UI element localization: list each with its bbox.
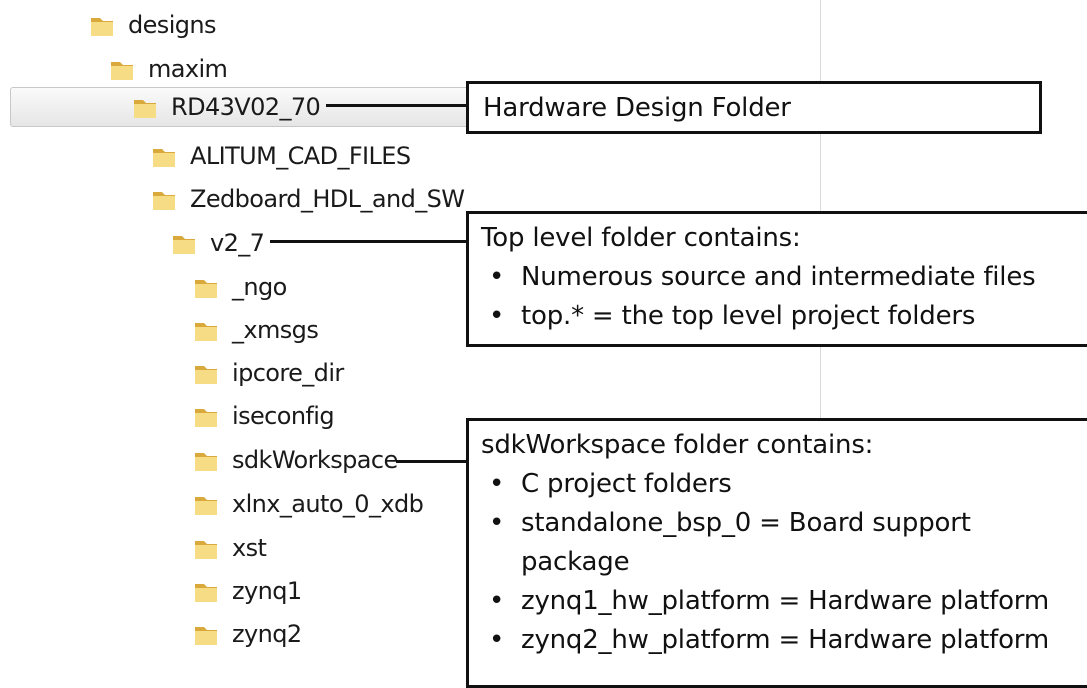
tree-item-ngo[interactable]: _ngo	[192, 268, 287, 306]
tree-item-xst[interactable]: xst	[192, 529, 267, 567]
callout-sdkworkspace-folder: sdkWorkspace folder contains: C project …	[466, 418, 1087, 688]
tree-item-label: ALITUM_CAD_FILES	[190, 142, 411, 170]
callout-bullet: zynq2_hw_platform = Hardware platform	[481, 621, 1077, 660]
folder-icon	[195, 280, 217, 298]
callout-hardware-design-folder: Hardware Design Folder	[466, 81, 1042, 134]
tree-item-label: ipcore_dir	[232, 359, 344, 387]
callout-top-level-folder: Top level folder contains: Numerous sour…	[466, 211, 1087, 347]
folder-icon	[195, 453, 217, 471]
tree-item-sdkworkspace[interactable]: sdkWorkspace	[192, 441, 398, 479]
tree-item-zynq1[interactable]: zynq1	[192, 572, 302, 610]
tree-item-label: RD43V02_70	[171, 93, 321, 121]
folder-icon	[195, 323, 217, 341]
tree-item-label: zynq1	[232, 577, 302, 605]
tree-item-designs[interactable]: designs	[88, 6, 217, 44]
callout-bullet: C project folders	[481, 465, 1077, 504]
callout-bullet-list: C project folders standalone_bsp_0 = Boa…	[481, 465, 1077, 660]
callout-bullet: zynq1_hw_platform = Hardware platform	[481, 582, 1077, 621]
connector-line-hardware	[326, 104, 468, 107]
tree-item-xmsgs[interactable]: _xmsgs	[192, 311, 319, 349]
tree-item-label: _xmsgs	[232, 316, 319, 344]
folder-icon	[195, 366, 217, 384]
tree-item-label: zynq2	[232, 620, 302, 648]
folder-icon	[195, 497, 217, 515]
tree-item-label: sdkWorkspace	[232, 446, 398, 474]
connector-line-top	[270, 240, 468, 243]
folder-icon	[195, 627, 217, 645]
tree-item-label: designs	[128, 11, 217, 39]
tree-item-xlnx-auto-0-xdb[interactable]: xlnx_auto_0_xdb	[192, 485, 424, 523]
callout-bullet: Numerous source and intermediate files	[481, 258, 1077, 297]
folder-icon	[111, 62, 133, 80]
folder-icon	[195, 541, 217, 559]
folder-icon	[195, 409, 217, 427]
tree-item-label: maxim	[148, 55, 228, 83]
tree-item-zynq2[interactable]: zynq2	[192, 615, 302, 653]
folder-icon	[134, 100, 156, 118]
callout-bullet-list: Numerous source and intermediate files t…	[481, 258, 1077, 336]
callout-bullet: top.* = the top level project folders	[481, 297, 1077, 336]
tree-item-label: Zedboard_HDL_and_SW	[190, 185, 465, 213]
tree-item-maxim[interactable]: maxim	[108, 50, 228, 88]
tree-item-label: _ngo	[232, 273, 287, 301]
tree-item-label: xst	[232, 534, 267, 562]
connector-line-sdk	[396, 460, 468, 463]
tree-item-label: iseconfig	[232, 402, 335, 430]
tree-item-v2-7[interactable]: v2_7	[170, 224, 265, 262]
folder-icon	[91, 18, 113, 36]
folder-icon	[153, 192, 175, 210]
callout-heading: sdkWorkspace folder contains:	[481, 430, 874, 460]
callout-text: Hardware Design Folder	[483, 93, 791, 123]
tree-item-label: xlnx_auto_0_xdb	[232, 490, 424, 518]
callout-bullet: standalone_bsp_0 = Board support package	[481, 504, 1077, 582]
folder-icon	[153, 149, 175, 167]
tree-item-iseconfig[interactable]: iseconfig	[192, 397, 335, 435]
tree-item-zedboard[interactable]: Zedboard_HDL_and_SW	[150, 180, 465, 218]
tree-item-label: v2_7	[210, 229, 265, 257]
folder-icon	[173, 236, 195, 254]
tree-item-alitum-cad-files[interactable]: ALITUM_CAD_FILES	[150, 137, 411, 175]
tree-item-ipcore-dir[interactable]: ipcore_dir	[192, 354, 344, 392]
folder-icon	[195, 584, 217, 602]
callout-heading: Top level folder contains:	[481, 223, 801, 253]
